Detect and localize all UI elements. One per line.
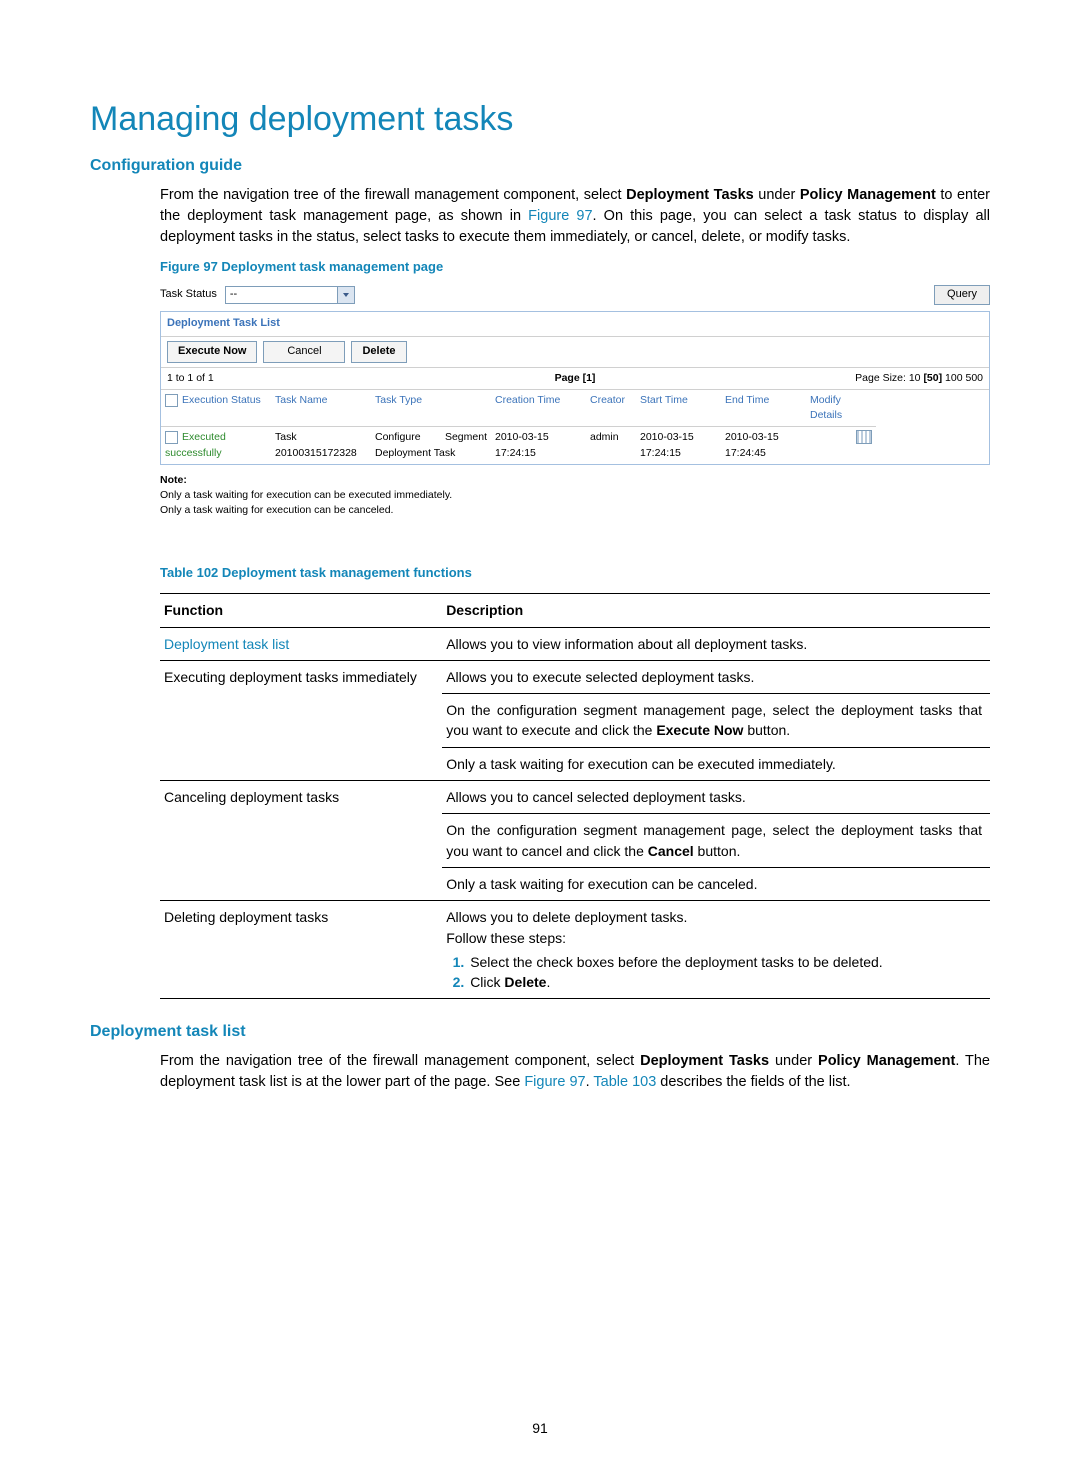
col-execution-status: Execution Status <box>161 390 271 427</box>
row-checkbox[interactable] <box>165 431 178 444</box>
th-description: Description <box>442 594 990 627</box>
desc-cancel-2: On the configuration segment management … <box>442 814 990 868</box>
execute-now-button[interactable]: Execute Now <box>167 341 257 363</box>
section-config-guide: Configuration guide <box>90 157 990 175</box>
task-status-select[interactable]: -- <box>225 286 355 304</box>
func-cancel: Canceling deployment tasks <box>160 781 442 901</box>
delete-step-2: Click Delete. <box>468 972 982 992</box>
cancel-button[interactable]: Cancel <box>263 341 345 363</box>
select-all-checkbox[interactable] <box>165 394 178 407</box>
col-task-type: Task Type <box>371 390 491 427</box>
config-guide-paragraph: From the navigation tree of the firewall… <box>160 185 990 248</box>
page-number: 91 <box>0 1420 1080 1436</box>
figure-97-link[interactable]: Figure 97 <box>528 208 592 224</box>
func-exec-immediately: Executing deployment tasks immediately <box>160 660 442 780</box>
cell-start-time: 2010-03-15 17:24:15 <box>636 427 721 463</box>
table-102-caption: Table 102 Deployment task management fun… <box>160 564 990 583</box>
cell-creation-time: 2010-03-15 17:24:15 <box>491 427 586 463</box>
figure-97-caption: Figure 97 Deployment task management pag… <box>160 258 990 277</box>
details-icon[interactable] <box>856 430 872 444</box>
desc-exec-3: Only a task waiting for execution can be… <box>442 747 990 780</box>
table-103-link[interactable]: Table 103 <box>593 1074 656 1090</box>
col-creation-time: Creation Time <box>491 390 586 427</box>
desc-cancel-3: Only a task waiting for execution can be… <box>442 867 990 900</box>
cell-end-time: 2010-03-15 17:24:45 <box>721 427 806 463</box>
chevron-down-icon <box>337 287 354 303</box>
deployment-task-list-paragraph: From the navigation tree of the firewall… <box>160 1051 990 1093</box>
page-size: Page Size: 10 [50] 100 500 <box>711 371 983 386</box>
cell-creator: admin <box>586 427 636 463</box>
cell-task-type: Configure Segment Deployment Task <box>371 427 491 463</box>
page-title: Managing deployment tasks <box>90 100 990 139</box>
cell-details <box>806 427 876 463</box>
figure-97-link-2[interactable]: Figure 97 <box>524 1074 585 1090</box>
col-modify-details: Modify Details <box>806 390 876 427</box>
col-end-time: End Time <box>721 390 806 427</box>
panel-title: Deployment Task List <box>161 312 989 337</box>
th-function: Function <box>160 594 442 627</box>
figure-97: Task Status -- Query Deployment Task Lis… <box>160 285 990 519</box>
page-indicator: Page [1] <box>439 371 711 386</box>
table-row: Executed successfully <box>161 427 271 463</box>
figure-note: Note: Only a task waiting for execution … <box>160 473 990 519</box>
row-range: 1 to 1 of 1 <box>167 371 439 386</box>
delete-step-1: Select the check boxes before the deploy… <box>468 952 982 972</box>
query-button[interactable]: Query <box>934 285 990 305</box>
table-102: Function Description Deployment task lis… <box>160 593 990 999</box>
desc-delete: Allows you to delete deployment tasks. F… <box>442 901 990 999</box>
desc-cancel-1: Allows you to cancel selected deployment… <box>442 781 990 814</box>
col-task-name: Task Name <box>271 390 371 427</box>
func-delete: Deleting deployment tasks <box>160 901 442 999</box>
desc-exec-1: Allows you to execute selected deploymen… <box>442 660 990 693</box>
section-deployment-task-list: Deployment task list <box>90 1023 990 1041</box>
deployment-task-list-link[interactable]: Deployment task list <box>164 636 289 652</box>
delete-button[interactable]: Delete <box>351 341 406 363</box>
desc-deployment-task-list: Allows you to view information about all… <box>442 627 990 660</box>
desc-exec-2: On the configuration segment management … <box>442 694 990 748</box>
col-creator: Creator <box>586 390 636 427</box>
col-start-time: Start Time <box>636 390 721 427</box>
task-status-label: Task Status <box>160 287 217 303</box>
cell-task-name: Task 20100315172328 <box>271 427 371 463</box>
